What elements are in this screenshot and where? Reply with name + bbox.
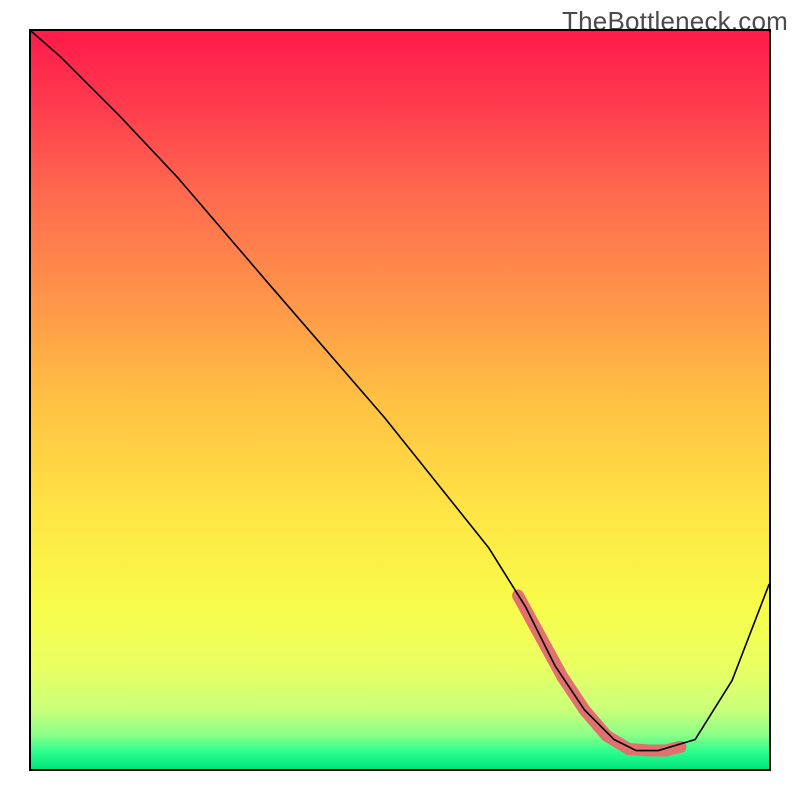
plot-frame [29,29,771,771]
chart-canvas: TheBottleneck.com [0,0,800,800]
plot-svg [31,31,769,769]
background-gradient [31,31,769,769]
